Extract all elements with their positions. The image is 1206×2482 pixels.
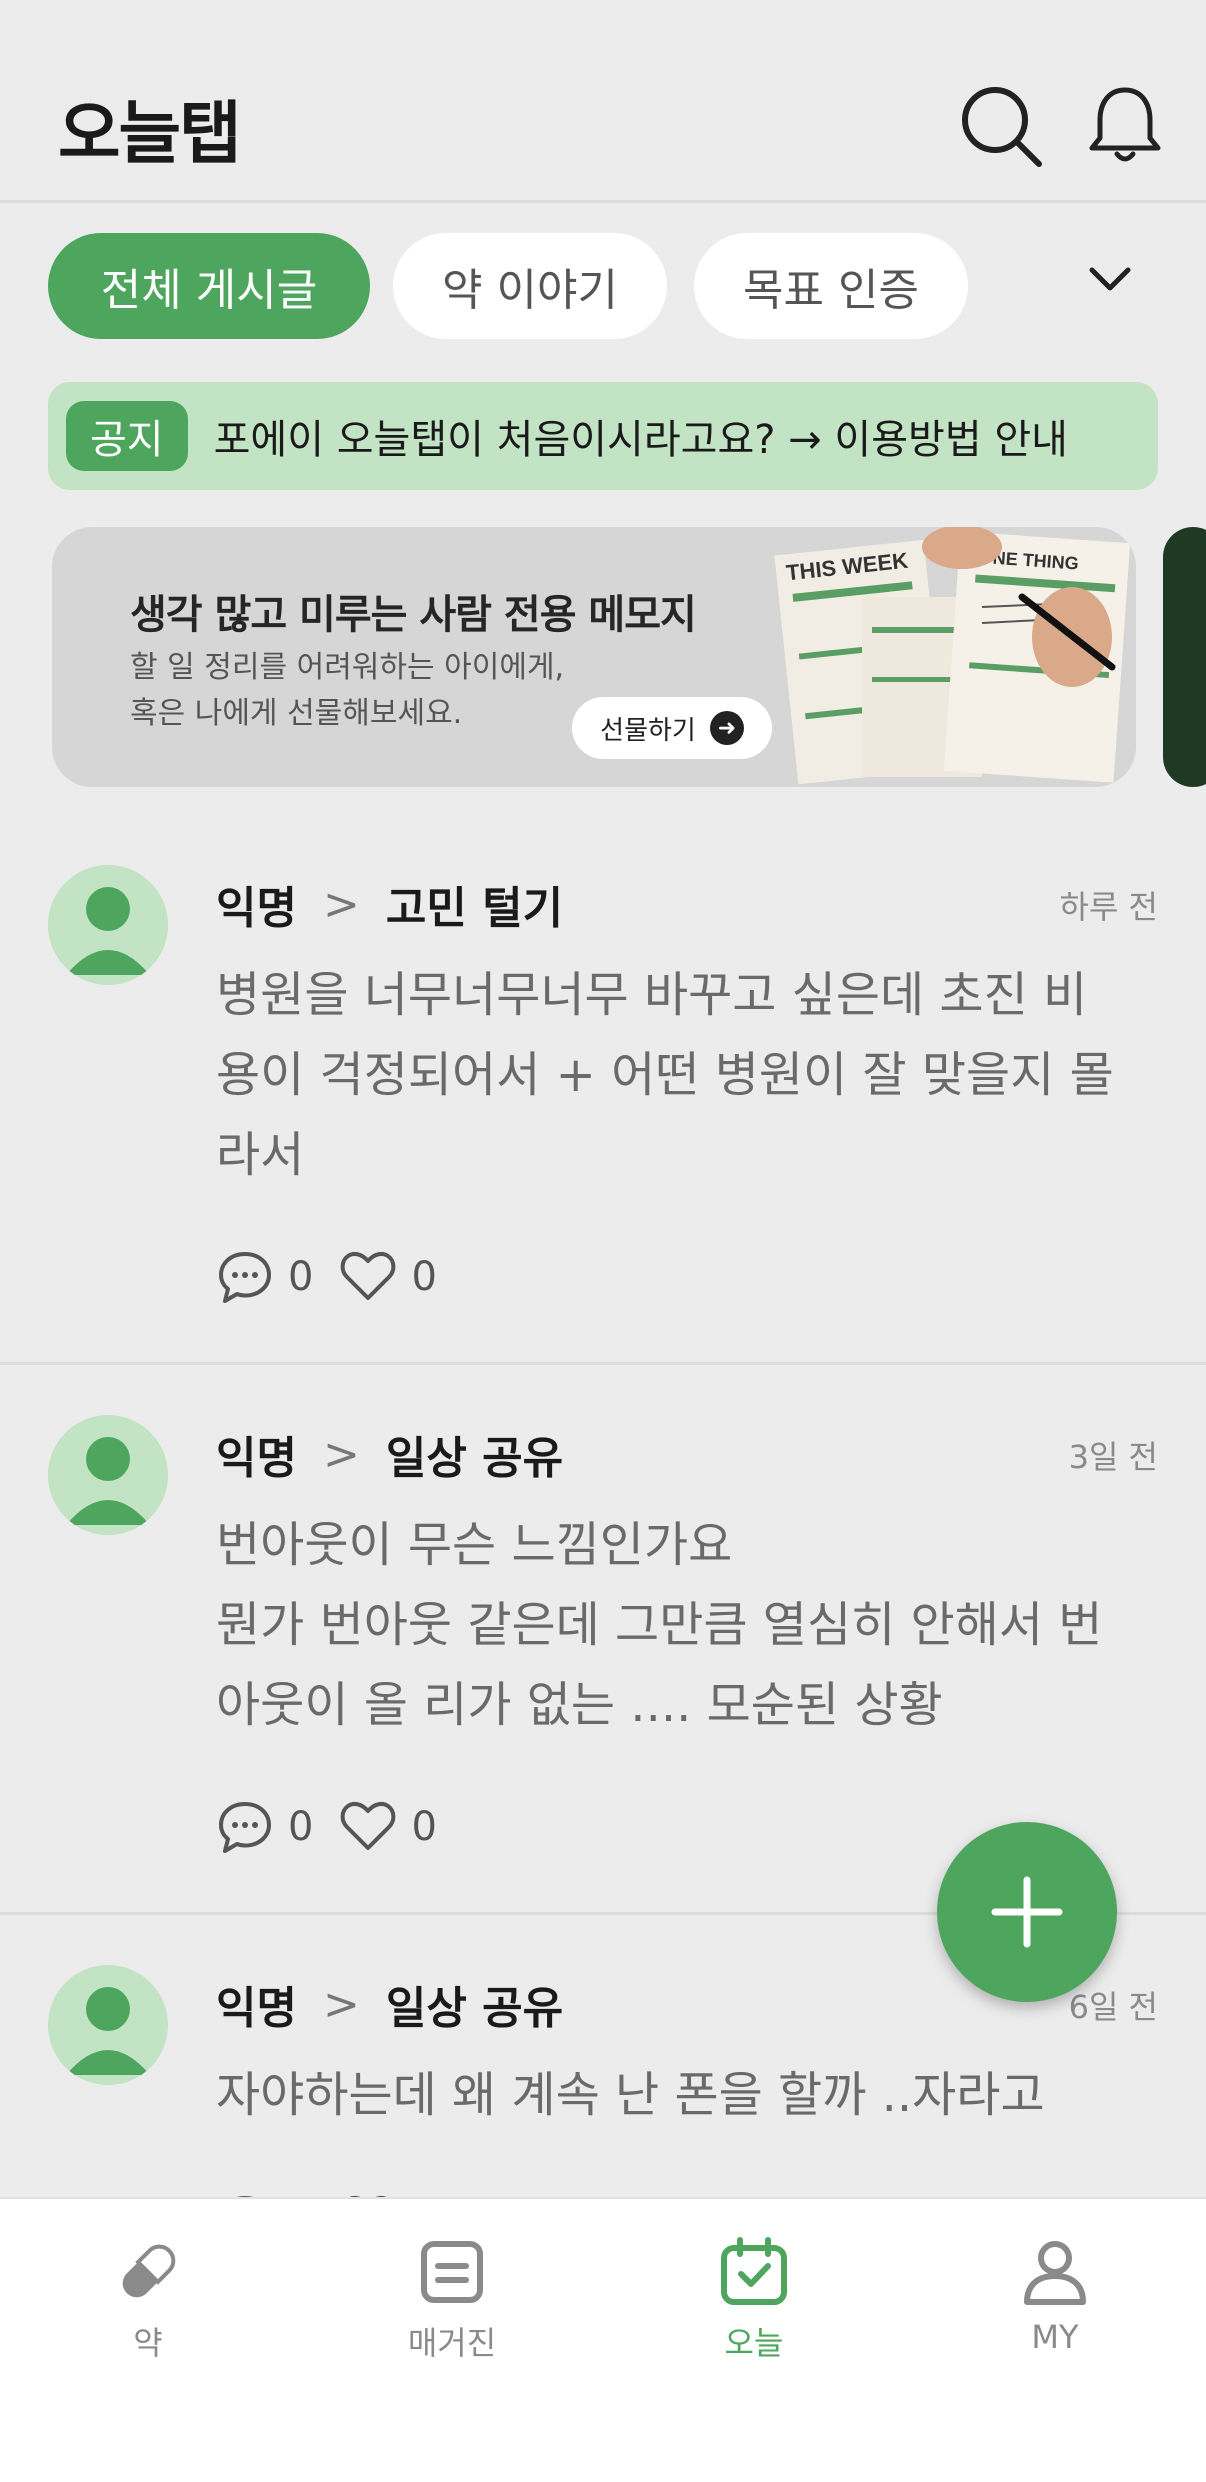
chip-goal-check[interactable]: 목표 인증 bbox=[694, 233, 968, 339]
post-body: 병원을 너무너무너무 바꾸고 싶은데 초진 비 용이 걱정되어서 + 어떤 병원… bbox=[216, 967, 1114, 1183]
like-count: 0 bbox=[411, 1804, 437, 1850]
post-time: 3일 전 bbox=[1068, 1438, 1158, 1476]
bell-icon[interactable] bbox=[1080, 80, 1170, 170]
post-stats: 0 0 bbox=[216, 1798, 437, 1856]
post-category[interactable]: 고민 털기 bbox=[386, 872, 563, 936]
write-post-button[interactable] bbox=[937, 1822, 1117, 2002]
chip-medicine-talk[interactable]: 약 이야기 bbox=[393, 233, 667, 339]
nav-item-today[interactable]: 오늘 bbox=[654, 2234, 854, 2364]
memo-pad-illustration: THIS WEEK ONE THING bbox=[774, 527, 1131, 785]
post-body: 번아웃이 무슨 느낌인가요 뭔가 번아웃 같은데 그만큼 열심히 안해서 번 아… bbox=[216, 1517, 1103, 1733]
nav-item-magazine[interactable]: 매거진 bbox=[352, 2234, 552, 2364]
post-author: 익명 bbox=[216, 1433, 297, 1484]
next-banner-peek[interactable] bbox=[1163, 527, 1206, 787]
post-category[interactable]: 일상 공유 bbox=[386, 1422, 563, 1486]
post-author: 익명 bbox=[216, 1983, 297, 2034]
arrow-right-icon: ➜ bbox=[709, 711, 744, 745]
chip-all-posts[interactable]: 전체 게시글 bbox=[48, 233, 370, 339]
post-meta: 익명 > 고민 털기 bbox=[216, 872, 563, 936]
nav-label: 오늘 bbox=[724, 2324, 784, 2362]
post-meta: 익명 > 일상 공유 bbox=[216, 1972, 563, 2036]
post-category[interactable]: 일상 공유 bbox=[386, 1972, 563, 2036]
heart-icon[interactable] bbox=[339, 1798, 397, 1856]
post-card[interactable]: 익명 > 고민 털기 하루 전 병원을 너무너무너무 바꾸고 싶은데 초진 비 … bbox=[0, 860, 1206, 1360]
post-meta: 익명 > 일상 공유 bbox=[216, 1422, 563, 1486]
banner-title: 생각 많고 미루는 사람 전용 메모지 bbox=[130, 592, 697, 638]
nav-item-medicine[interactable]: 약 bbox=[48, 2234, 248, 2364]
nav-item-my[interactable]: MY bbox=[955, 2234, 1155, 2356]
like-count: 0 bbox=[411, 1254, 437, 1300]
post-time: 하루 전 bbox=[1059, 888, 1159, 926]
chevron-right-icon: > bbox=[322, 878, 360, 930]
avatar bbox=[48, 865, 168, 985]
gift-button-label: 선물하기 bbox=[600, 715, 696, 746]
promo-banner[interactable]: 생각 많고 미루는 사람 전용 메모지 할 일 정리를 어려워하는 아이에게, … bbox=[52, 527, 1136, 787]
gift-button[interactable]: 선물하기 ➜ bbox=[572, 697, 772, 759]
person-icon bbox=[1024, 2241, 1086, 2305]
nav-label: 약 bbox=[133, 2324, 163, 2362]
comment-icon[interactable] bbox=[216, 1248, 274, 1306]
top-header: 오늘탭 bbox=[0, 0, 1206, 203]
banner-subtitle-line: 할 일 정리를 어려워하는 아이에게, bbox=[130, 650, 565, 685]
chevron-right-icon: > bbox=[322, 1978, 360, 2030]
notice-bar[interactable]: 공지 포에이 오늘탭이 처음이시라고요? → 이용방법 안내 bbox=[48, 382, 1158, 490]
bottom-nav: 약 매거진 오늘 MY bbox=[0, 2197, 1206, 2482]
comment-count: 0 bbox=[288, 1254, 314, 1300]
post-author: 익명 bbox=[216, 883, 297, 934]
comment-icon[interactable] bbox=[216, 1798, 274, 1856]
nav-label: 매거진 bbox=[407, 2324, 497, 2362]
nav-label: MY bbox=[1031, 2318, 1079, 2356]
post-stats: 0 0 bbox=[216, 1248, 437, 1306]
plus-icon bbox=[991, 1876, 1063, 1948]
chevron-right-icon: > bbox=[322, 1428, 360, 1480]
notice-badge: 공지 bbox=[66, 401, 188, 471]
avatar bbox=[48, 1415, 168, 1535]
magazine-icon bbox=[421, 2241, 483, 2303]
calendar-check-icon bbox=[721, 2237, 787, 2305]
post-time: 6일 전 bbox=[1068, 1988, 1158, 2026]
notice-text: 포에이 오늘탭이 처음이시라고요? → 이용방법 안내 bbox=[213, 417, 1068, 463]
divider bbox=[0, 1362, 1206, 1365]
heart-icon[interactable] bbox=[339, 1248, 397, 1306]
chevron-down-icon[interactable] bbox=[1080, 250, 1140, 310]
post-body: 자야하는데 왜 계속 난 폰을 할까 ..자라고 bbox=[216, 2067, 1045, 2123]
search-icon[interactable] bbox=[955, 80, 1045, 170]
comment-count: 0 bbox=[288, 1804, 314, 1850]
avatar bbox=[48, 1965, 168, 2085]
page-title: 오늘탭 bbox=[58, 95, 242, 174]
pill-icon bbox=[122, 2244, 176, 2298]
